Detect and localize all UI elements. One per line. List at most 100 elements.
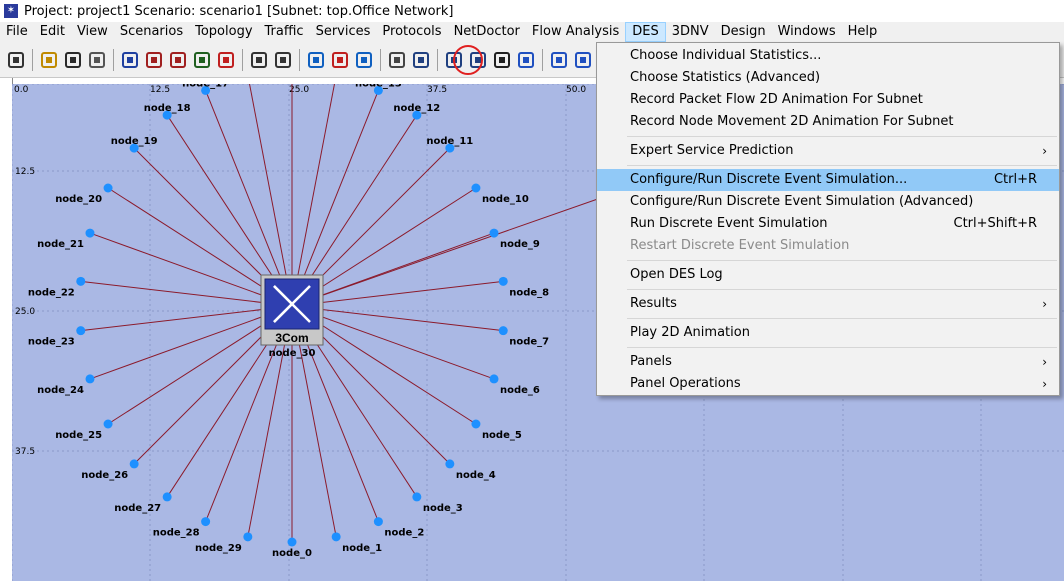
node-icon[interactable] [129,459,139,469]
node-label[interactable]: node_4 [456,470,496,481]
open-icon[interactable] [39,50,59,70]
menu-item-panels[interactable]: Panels › [597,351,1059,373]
save-icon[interactable] [63,50,83,70]
node-icon[interactable] [412,492,422,502]
menu-windows[interactable]: Windows [772,22,842,42]
recover-node-icon[interactable] [192,50,212,70]
node-label[interactable]: node_11 [426,136,473,147]
menu-help[interactable]: Help [842,22,884,42]
node-label[interactable]: node_5 [482,430,522,441]
menu-item-play-2d-animation[interactable]: Play 2D Animation [597,322,1059,344]
node-label[interactable]: node_8 [509,287,549,298]
menu-view[interactable]: View [71,22,114,42]
node-label[interactable]: node_27 [114,503,161,514]
node-label[interactable]: node_20 [55,194,102,205]
node-label[interactable]: node_26 [81,470,128,481]
menu-protocols[interactable]: Protocols [376,22,447,42]
menu-item-results[interactable]: Results › [597,293,1059,315]
menu-item-open-des-log[interactable]: Open DES Log [597,264,1059,286]
zoom-in-icon[interactable] [249,50,269,70]
node-label[interactable]: node_29 [195,543,242,554]
ace-icon[interactable] [306,50,326,70]
menu-item-expert-service-prediction[interactable]: Expert Service Prediction › [597,140,1059,162]
menu-scenarios[interactable]: Scenarios [114,22,189,42]
menu-design[interactable]: Design [715,22,772,42]
fail-node-icon[interactable] [168,50,188,70]
node-label[interactable]: node_28 [153,528,200,539]
node-label[interactable]: node_18 [144,103,191,114]
node-label[interactable]: node_6 [500,385,540,396]
node-icon[interactable] [243,532,253,542]
menu-item-record-packet-flow-2d-animation-for-subnet[interactable]: Record Packet Flow 2D Animation For Subn… [597,89,1059,111]
node-label[interactable]: node_1 [342,543,382,554]
vne-icon[interactable] [354,50,374,70]
node-label[interactable]: node_0 [272,548,312,559]
object-palette-icon[interactable] [120,50,140,70]
node-label[interactable]: node_24 [37,385,84,396]
menu-services[interactable]: Services [310,22,377,42]
network-link[interactable] [291,305,504,332]
node-label[interactable]: node_9 [500,239,540,250]
node-label[interactable]: node_25 [55,430,102,441]
triangle-icon[interactable] [411,50,431,70]
node-label[interactable]: node_13 [355,84,402,89]
menu-flow-analysis[interactable]: Flow Analysis [526,22,625,42]
menu-item-choose-individual-statistics[interactable]: Choose Individual Statistics... [597,45,1059,67]
menu-item-run-discrete-event-simulation[interactable]: Run Discrete Event Simulation Ctrl+Shift+… [597,213,1059,235]
node-label[interactable]: node_3 [423,503,463,514]
node-label[interactable]: node_7 [509,337,549,348]
menu-item-choose-statistics-advanced[interactable]: Choose Statistics (Advanced) [597,67,1059,89]
hub-node-label[interactable]: node_30 [269,348,316,359]
new-project-icon[interactable] [6,50,26,70]
node-label[interactable]: node_19 [111,136,158,147]
network-icon[interactable] [516,50,536,70]
mark-icon[interactable] [216,50,236,70]
node-icon[interactable] [489,228,499,238]
node-icon[interactable] [445,459,455,469]
node-icon[interactable] [103,419,113,429]
node-icon[interactable] [471,183,481,193]
menu-item-configure-run-discrete-event-simulation[interactable]: Configure/Run Discrete Event Simulation.… [597,169,1059,191]
node-icon[interactable] [331,532,341,542]
node-label[interactable]: node_21 [37,239,84,250]
run-simulation-icon[interactable] [492,50,512,70]
bg-icon[interactable] [573,50,593,70]
node-icon[interactable] [201,517,211,527]
node-icon[interactable] [76,326,86,336]
hub-switch[interactable]: 3Com [260,274,324,346]
menu-topology[interactable]: Topology [189,22,258,42]
menu-item-panel-operations[interactable]: Panel Operations › [597,373,1059,395]
node-label[interactable]: node_17 [182,84,229,89]
menu-netdoctor[interactable]: NetDoctor [448,22,526,42]
node-icon[interactable] [498,326,508,336]
node-label[interactable]: node_12 [393,103,440,114]
network-link[interactable] [80,280,293,307]
node-label[interactable]: node_2 [384,528,424,539]
node-icon[interactable] [498,276,508,286]
menu-item-configure-run-discrete-event-simulation-advanced[interactable]: Configure/Run Discrete Event Simulation … [597,191,1059,213]
node-icon[interactable] [85,228,95,238]
traffic-light-icon[interactable] [387,50,407,70]
menu-traffic[interactable]: Traffic [259,22,310,42]
menu-file[interactable]: File [0,22,34,42]
node-icon[interactable] [471,419,481,429]
node-icon[interactable] [162,492,172,502]
menu-item-record-node-movement-2d-animation-for-subnet[interactable]: Record Node Movement 2D Animation For Su… [597,111,1059,133]
menu-edit[interactable]: Edit [34,22,71,42]
network-link[interactable] [291,90,379,307]
node-icon[interactable] [85,374,95,384]
check-links-icon[interactable] [144,50,164,70]
node-label[interactable]: node_23 [28,337,75,348]
node-label[interactable]: node_10 [482,194,529,205]
flowchart-icon[interactable] [549,50,569,70]
network-link[interactable] [205,90,293,307]
print-icon[interactable] [87,50,107,70]
node-icon[interactable] [489,374,499,384]
node-icon[interactable] [287,537,297,547]
zoom-out-icon[interactable] [273,50,293,70]
menu-3dnv[interactable]: 3DNV [666,22,715,42]
des-icon[interactable] [330,50,350,70]
node-label[interactable]: node_22 [28,287,75,298]
network-link[interactable] [291,280,504,307]
network-link[interactable] [80,305,293,332]
